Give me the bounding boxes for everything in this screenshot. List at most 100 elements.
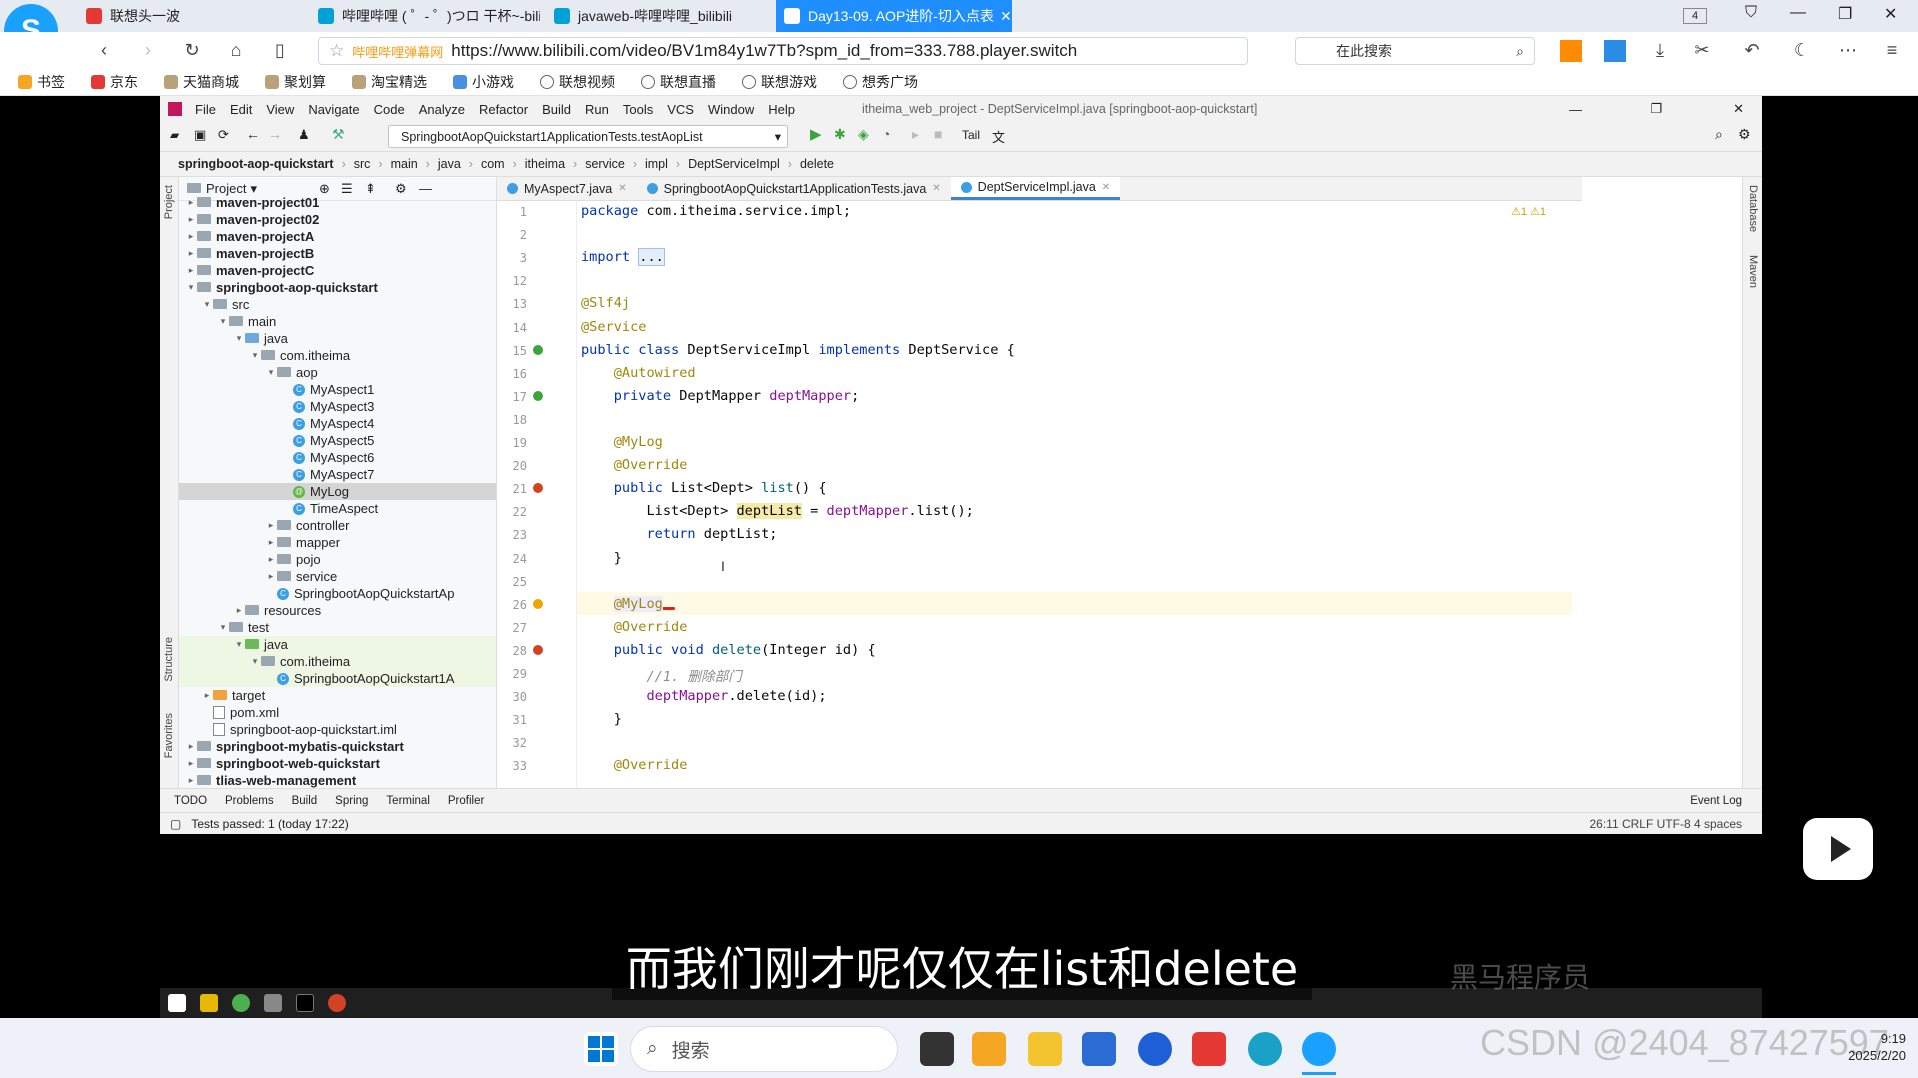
sync-icon[interactable]: ⟳ (218, 127, 229, 143)
bookmark-item[interactable]: 想秀广场 (843, 72, 918, 92)
tool-window-button[interactable]: Problems (225, 795, 274, 807)
forward-icon[interactable]: › (136, 38, 160, 62)
tree-item[interactable]: ▾ com.itheima (179, 347, 496, 364)
wps-icon[interactable] (1192, 1032, 1226, 1066)
save-icon[interactable]: ▣ (194, 127, 206, 143)
send-icon[interactable] (1604, 40, 1626, 62)
chrome-icon[interactable] (232, 994, 250, 1012)
tree-item[interactable]: ▾ aop (179, 364, 496, 381)
chevron-right-icon[interactable]: ▸ (265, 554, 277, 565)
menu-item-code[interactable]: Code (367, 102, 412, 117)
close-window-icon[interactable]: ✕ (1884, 4, 1897, 24)
nav-back-icon[interactable]: ← (246, 126, 260, 142)
step-icon[interactable]: ▸ (912, 126, 919, 143)
chevron-right-icon[interactable]: ▸ (185, 231, 197, 242)
explorer-icon[interactable] (200, 994, 218, 1012)
restore-icon[interactable]: ❐ (1838, 4, 1852, 24)
editor-tab[interactable]: DeptServiceImpl.java ✕ (950, 177, 1121, 200)
structure-tool-tab[interactable]: Structure (163, 637, 175, 682)
tab-close-icon[interactable]: ✕ (1000, 8, 1012, 25)
browser-tab-active[interactable]: Day13-09. AOP进阶-切入点表 ✕ (776, 0, 1012, 32)
menu-item-build[interactable]: Build (535, 102, 578, 117)
chevron-right-icon[interactable]: ▸ (201, 690, 213, 701)
user-icon[interactable]: ♟ (298, 127, 310, 143)
tree-item[interactable]: springboot-aop-quickstart.iml (179, 721, 496, 738)
reader-icon[interactable]: ▯ (268, 38, 292, 62)
status-right-info[interactable]: 26:11 CRLF UTF-8 4 spaces (1589, 817, 1742, 831)
tree-item[interactable]: ▸ resources (179, 602, 496, 619)
bookmark-item[interactable]: 淘宝精选 (352, 72, 427, 92)
menu-item-analyze[interactable]: Analyze (412, 102, 472, 117)
tree-item[interactable]: C SpringbootAopQuickstart1A (179, 670, 496, 687)
tree-item[interactable]: ▾ main (179, 313, 496, 330)
file-explorer-icon[interactable] (1028, 1032, 1062, 1066)
url-text[interactable]: https://www.bilibili.com/video/BV1m84y1w… (451, 41, 1141, 61)
nav-forward-icon[interactable]: → (268, 126, 282, 142)
tool-window-button[interactable]: Profiler (448, 795, 484, 807)
menu-item-refactor[interactable]: Refactor (472, 102, 535, 117)
bookmark-item[interactable]: 天猫商城 (164, 72, 239, 92)
bookmark-item[interactable]: 小游戏 (453, 72, 514, 92)
breadcrumb-item[interactable]: service (585, 157, 625, 171)
coverage-icon[interactable]: ◈ (858, 126, 869, 143)
browser-search-input[interactable]: 在此搜索 ⌕ (1295, 37, 1535, 65)
tab-count[interactable]: 4 (1683, 8, 1707, 24)
chevron-down-icon[interactable]: ▾ (249, 656, 261, 667)
chevron-right-icon[interactable]: ▸ (265, 537, 277, 548)
chevron-right-icon[interactable]: ▸ (185, 758, 197, 769)
star-icon[interactable]: ☆ (329, 41, 344, 61)
chevron-down-icon[interactable]: ▾ (233, 333, 245, 344)
task-view-icon[interactable] (920, 1032, 954, 1066)
tree-item[interactable]: ▸ mapper (179, 534, 496, 551)
undo-icon[interactable]: ↶ (1740, 38, 1764, 62)
bookmark-item[interactable]: 京东 (91, 72, 138, 92)
extension-icon[interactable] (1560, 40, 1582, 62)
menu-item-tools[interactable]: Tools (616, 102, 660, 117)
tree-item[interactable]: C TimeAspect (179, 500, 496, 517)
bookmark-item[interactable]: 联想视频 (540, 72, 615, 92)
stop-icon[interactable]: ■ (934, 126, 942, 142)
tree-item[interactable]: ▸ maven-project01 (179, 194, 496, 211)
tree-item[interactable]: ▾ springboot-aop-quickstart (179, 279, 496, 296)
tail-button[interactable]: Tail (962, 128, 980, 142)
tree-item[interactable]: @ MyLog (179, 483, 496, 500)
debug-icon[interactable]: ✱ (834, 126, 846, 143)
taskbar-clock[interactable]: 9:19 2025/2/20 (1826, 1030, 1906, 1064)
app-icon[interactable] (972, 1032, 1006, 1066)
chevron-right-icon[interactable]: ▸ (185, 248, 197, 259)
minimize-icon[interactable]: — (1790, 4, 1806, 22)
tree-item[interactable]: ▸ maven-project02 (179, 211, 496, 228)
chevron-right-icon[interactable]: ▸ (265, 571, 277, 582)
menu-item-view[interactable]: View (259, 102, 301, 117)
chevron-right-icon[interactable]: ▸ (185, 775, 197, 786)
browser-app-icon[interactable] (1302, 1032, 1336, 1066)
editor-tab[interactable]: SpringbootAopQuickstart1ApplicationTests… (637, 177, 951, 200)
ide-minimize-icon[interactable]: — (1569, 102, 1582, 117)
tree-item[interactable]: ▸ controller (179, 517, 496, 534)
more-icon[interactable]: ⋯ (1836, 38, 1860, 62)
tab-close-icon[interactable]: ✕ (932, 183, 940, 194)
tree-item[interactable]: ▸ maven-projectB (179, 245, 496, 262)
maven-tool-tab[interactable]: Maven (1747, 255, 1759, 288)
breadcrumb-item[interactable]: java (438, 157, 461, 171)
breadcrumb-item[interactable]: main (391, 157, 418, 171)
bookmark-item[interactable]: 联想游戏 (742, 72, 817, 92)
browser-tab-3[interactable]: javaweb-哔哩哔哩_bilibili (546, 0, 770, 32)
tool-window-button[interactable]: Spring (335, 795, 368, 807)
tool-window-button[interactable]: TODO (174, 795, 207, 807)
back-icon[interactable]: ‹ (92, 38, 116, 62)
bookmark-item[interactable]: 书签 (18, 72, 65, 92)
menu-item-window[interactable]: Window (701, 102, 761, 117)
override-icon[interactable] (533, 483, 543, 494)
chevron-right-icon[interactable]: ▸ (265, 520, 277, 531)
breadcrumb-item[interactable]: itheima (525, 157, 565, 171)
profile-icon[interactable]: ◔ (882, 126, 890, 142)
bean-icon[interactable] (533, 390, 543, 401)
open-icon[interactable]: ▰ (170, 128, 179, 142)
breadcrumb-item[interactable]: com (481, 157, 505, 171)
download-icon[interactable]: ⤓ (1648, 38, 1672, 62)
chevron-down-icon[interactable]: ▾ (217, 316, 229, 327)
bulb-icon[interactable] (533, 598, 543, 609)
intellij-icon[interactable] (296, 994, 314, 1012)
tree-item[interactable]: pom.xml (179, 704, 496, 721)
